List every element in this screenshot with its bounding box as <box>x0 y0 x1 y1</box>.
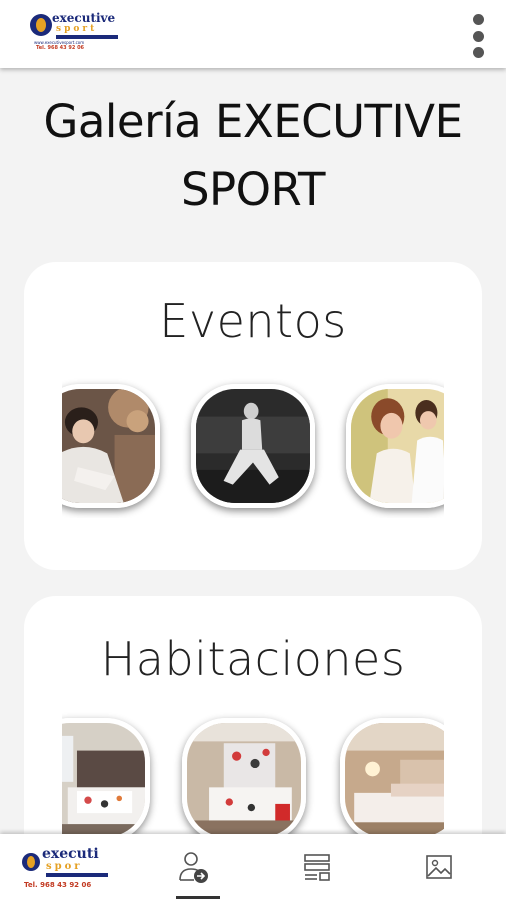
logo-mark-icon <box>30 14 52 36</box>
logo-mark-icon <box>22 853 40 871</box>
room-thumbnail[interactable] <box>62 718 150 842</box>
logo-brand-bottom: sport <box>56 24 98 34</box>
page-title: Galería EXECUTIVE SPORT <box>43 95 463 216</box>
nav-gallery[interactable] <box>376 834 502 900</box>
image-gallery-icon <box>426 855 452 879</box>
active-tab-indicator <box>176 896 220 899</box>
logo-brand-top: executive <box>52 11 116 25</box>
layout-list-icon <box>304 854 330 881</box>
room-photo-twin-beds <box>345 723 444 837</box>
top-app-bar: executive sport www.executivesport.com T… <box>0 0 506 68</box>
logo-brand-top: executi <box>42 846 99 862</box>
logo-brand-bottom: spor <box>46 861 83 872</box>
room-thumbnail[interactable] <box>340 718 444 842</box>
rooms-gallery[interactable] <box>62 712 444 852</box>
event-photo-woman-robe <box>62 389 155 503</box>
logo-strip <box>56 35 118 39</box>
nav-profile[interactable] <box>130 834 256 900</box>
event-photo-group-women <box>351 389 444 503</box>
profile-arrow-icon <box>179 852 208 883</box>
room-photo-floral-headboard <box>187 723 301 837</box>
room-thumbnail[interactable] <box>182 718 306 842</box>
logo-strip <box>46 873 108 877</box>
brand-logo[interactable]: executive sport www.executivesport.com T… <box>30 12 120 52</box>
event-thumbnail[interactable] <box>346 384 444 508</box>
bottom-navigation: executi spor Tel. 968 43 92 06 <box>0 834 506 900</box>
brand-logo-small: executi spor Tel. 968 43 92 06 <box>22 843 112 891</box>
event-thumbnail[interactable] <box>191 384 315 508</box>
logo-tel: Tel. 968 43 92 06 <box>36 45 85 51</box>
event-thumbnail[interactable] <box>62 384 160 508</box>
more-vert-icon[interactable] <box>466 10 490 62</box>
events-title: Eventos <box>159 294 347 348</box>
rooms-title: Habitaciones <box>100 632 406 686</box>
room-photo-bed-window <box>62 723 145 837</box>
logo-tel: Tel. 968 43 92 06 <box>24 881 92 889</box>
events-gallery[interactable] <box>62 378 444 518</box>
event-photo-bw-seated-woman <box>196 389 310 503</box>
nav-layout[interactable] <box>254 834 380 900</box>
nav-home-logo[interactable]: executi spor Tel. 968 43 92 06 <box>4 834 130 900</box>
events-card: Eventos <box>24 262 482 570</box>
